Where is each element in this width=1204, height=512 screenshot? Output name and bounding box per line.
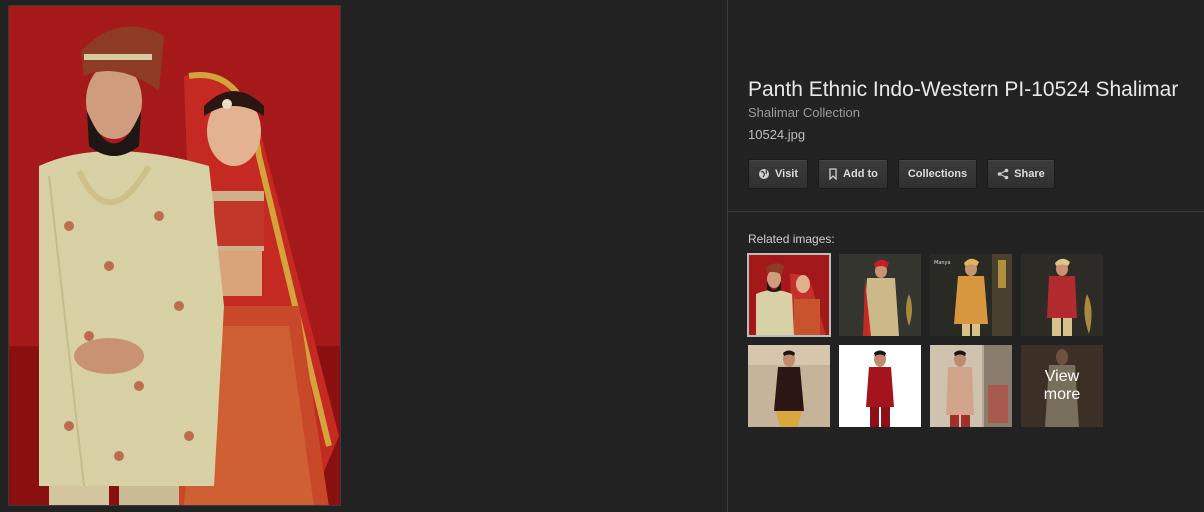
related-thumbnail[interactable] (930, 345, 1012, 427)
visit-label: Visit (775, 168, 799, 180)
sherwani-peach-thumbnail-image (930, 345, 1012, 427)
indo-western-black-thumbnail-image (748, 345, 830, 427)
related-thumbnail[interactable] (839, 254, 921, 336)
view-more-thumbnail[interactable]: View more (1021, 345, 1103, 427)
collections-label: Collections (907, 168, 968, 180)
share-button[interactable]: Share (987, 159, 1055, 189)
share-label: Share (1014, 168, 1045, 180)
collections-button[interactable]: Collections (897, 159, 978, 189)
related-thumbnail[interactable] (748, 345, 830, 427)
visit-button[interactable]: Visit (748, 159, 809, 189)
action-buttons: Visit Add to Collections Share (748, 159, 1055, 189)
image-subtitle: Shalimar Collection (748, 105, 860, 120)
sherwani-maroon-thumbnail-image (1021, 254, 1103, 336)
view-more-label: View more (1021, 345, 1103, 427)
image-filename: 10524.jpg (748, 127, 806, 142)
bookmark-icon (828, 168, 838, 180)
detail-pane: Panth Ethnic Indo-Western PI-10524 Shali… (728, 0, 1204, 512)
globe-icon (758, 168, 770, 180)
related-thumbnail[interactable]: Manya (930, 254, 1012, 336)
related-thumbnail[interactable] (1021, 254, 1103, 336)
add-to-button[interactable]: Add to (818, 159, 888, 189)
sherwani-orange-thumbnail-image: Manya (930, 254, 1012, 336)
related-images-label: Related images: (748, 232, 835, 246)
image-title[interactable]: Panth Ethnic Indo-Western PI-10524 Shali… (748, 78, 1178, 102)
add-to-label: Add to (843, 168, 878, 180)
related-thumbnail[interactable] (839, 345, 921, 427)
related-images-grid: Manya View more (747, 253, 1103, 427)
sherwani-red-turban-thumbnail-image (839, 254, 921, 336)
share-icon (997, 168, 1009, 180)
main-image[interactable] (8, 5, 341, 506)
wedding-couple-photo (9, 6, 340, 505)
image-viewer-pane (0, 0, 727, 512)
related-thumbnail[interactable] (747, 253, 831, 337)
svg-text:Manya: Manya (934, 260, 951, 266)
section-divider (728, 211, 1204, 212)
couple-thumbnail-image (748, 254, 830, 336)
indo-western-red-thumbnail-image (839, 345, 921, 427)
